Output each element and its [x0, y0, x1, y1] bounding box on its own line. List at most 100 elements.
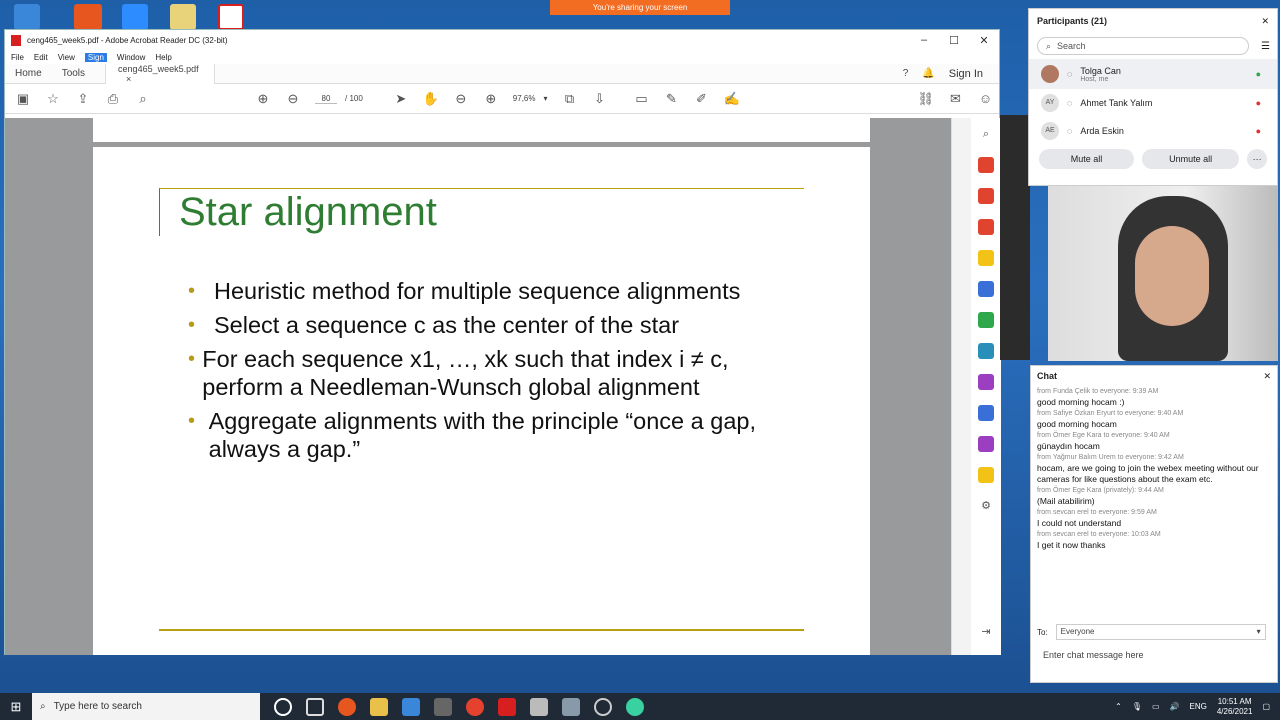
- camera-icon[interactable]: [562, 697, 580, 716]
- bullet-text: Select a sequence c as the center of the…: [214, 312, 680, 338]
- obs-icon[interactable]: [594, 697, 612, 716]
- chat-input[interactable]: Enter chat message here: [1043, 650, 1144, 660]
- protect-icon[interactable]: [978, 405, 994, 421]
- firefox-icon[interactable]: [74, 4, 102, 30]
- scroll-mode-icon[interactable]: ⇩: [592, 91, 608, 107]
- maximize-icon[interactable]: ☐: [939, 34, 969, 47]
- zoom-in-icon[interactable]: ⊕: [483, 91, 499, 107]
- folder-icon[interactable]: [170, 4, 196, 30]
- menu-view[interactable]: View: [58, 53, 75, 62]
- unmute-all-button[interactable]: Unmute all: [1142, 149, 1240, 169]
- page-up-icon[interactable]: ⊕: [255, 91, 271, 107]
- link-icon[interactable]: ⛓: [918, 91, 935, 107]
- help-icon[interactable]: ?: [903, 68, 909, 79]
- mic-muted-icon[interactable]: ●: [1256, 126, 1261, 136]
- cortana-icon[interactable]: [274, 697, 292, 716]
- star-icon[interactable]: ☆: [45, 91, 61, 107]
- webex-icon[interactable]: [626, 697, 644, 716]
- mic-muted-icon[interactable]: ●: [1256, 98, 1261, 108]
- app-icon[interactable]: [434, 697, 452, 716]
- add-user-icon[interactable]: ☺: [978, 91, 994, 107]
- search-icon[interactable]: ⌕: [135, 91, 151, 107]
- participants-search[interactable]: ⌕ Search: [1037, 37, 1249, 55]
- tools-more-icon[interactable]: [978, 467, 994, 483]
- comment-icon[interactable]: ▭: [634, 91, 650, 107]
- close-icon[interactable]: ✕: [969, 34, 999, 47]
- mic-icon[interactable]: ●: [1256, 69, 1261, 79]
- recipient-select[interactable]: Everyone ▾: [1055, 624, 1266, 640]
- menu-window[interactable]: Window: [117, 53, 145, 62]
- language-indicator[interactable]: ENG: [1190, 702, 1207, 711]
- organize-icon[interactable]: [978, 312, 994, 328]
- mic-icon[interactable]: 🎙: [1132, 702, 1142, 711]
- fill-sign-icon[interactable]: ✍: [724, 91, 740, 107]
- bell-icon[interactable]: 🔔: [922, 68, 934, 79]
- print-icon[interactable]: ⎙: [105, 91, 121, 107]
- menu-help[interactable]: Help: [155, 53, 171, 62]
- participant-row[interactable]: AY ◌ Ahmet Tank Yalım ●: [1029, 89, 1277, 117]
- collapse-pane-icon[interactable]: ⇥: [978, 624, 994, 640]
- tab-home[interactable]: Home: [5, 64, 52, 84]
- sign-in-button[interactable]: Sign In: [949, 68, 983, 80]
- hand-tool-icon[interactable]: ✋: [423, 91, 439, 107]
- chevron-up-icon[interactable]: ⌃: [1115, 702, 1122, 711]
- comment-tool-icon[interactable]: [978, 250, 994, 266]
- edit-pdf-icon[interactable]: [978, 188, 994, 204]
- message-meta: from Safiye Özkan Eryurt to everyone: 9:…: [1037, 410, 1184, 417]
- combine-icon[interactable]: [978, 281, 994, 297]
- tab-close-icon[interactable]: ×: [126, 74, 131, 84]
- tab-document[interactable]: ceng465_week5.pdf ×: [105, 63, 216, 84]
- draw-icon[interactable]: ✐: [694, 91, 710, 107]
- mail-icon[interactable]: ✉: [948, 91, 964, 107]
- zoom-out-icon[interactable]: ⊖: [453, 91, 469, 107]
- message-meta: from Ömer Ege Kara to everyone: 9:40 AM: [1037, 432, 1170, 439]
- compress-icon[interactable]: [978, 343, 994, 359]
- fill-sign-tool-icon[interactable]: [978, 374, 994, 390]
- menu-sign[interactable]: Sign: [84, 52, 107, 62]
- mute-all-button[interactable]: Mute all: [1039, 149, 1135, 169]
- volume-icon[interactable]: 🔊: [1170, 702, 1180, 711]
- highlight-pen-icon[interactable]: ✎: [664, 91, 680, 107]
- menu-file[interactable]: File: [11, 53, 24, 62]
- taskbar-search[interactable]: ⌕ Type here to search: [32, 693, 260, 720]
- fit-page-icon[interactable]: ⧉: [562, 91, 578, 107]
- more-options-button[interactable]: ···: [1247, 149, 1267, 169]
- participant-row[interactable]: AE ◌ Arda Eskin ●: [1029, 117, 1277, 145]
- acrobat-icon[interactable]: [498, 697, 516, 716]
- search-icon: ⌕: [40, 701, 46, 712]
- clock[interactable]: 10:51 AM 4/26/2021: [1217, 697, 1253, 717]
- page-number-input[interactable]: 80: [315, 94, 337, 104]
- minimize-icon[interactable]: –: [909, 34, 939, 47]
- chrome-icon[interactable]: [466, 697, 484, 716]
- pdf-file-icon[interactable]: [218, 4, 244, 30]
- scrollbar[interactable]: [951, 118, 971, 655]
- zoom-icon[interactable]: ⌕: [978, 126, 994, 142]
- app-icon[interactable]: [530, 697, 548, 716]
- select-arrow-icon[interactable]: ➤: [393, 91, 409, 107]
- export-pdf-icon[interactable]: [978, 219, 994, 235]
- windows-start-icon[interactable]: ⊞: [0, 699, 32, 715]
- desktop-icon[interactable]: [14, 4, 40, 30]
- network-icon[interactable]: ▭: [1152, 702, 1160, 711]
- notification-icon[interactable]: ▢: [1262, 702, 1270, 711]
- close-icon[interactable]: ✕: [1263, 371, 1271, 382]
- zoom-select[interactable]: 97,6% ▾: [513, 94, 548, 103]
- firefox-icon[interactable]: [338, 697, 356, 716]
- file-explorer-icon[interactable]: [370, 697, 388, 716]
- wrench-icon[interactable]: ⚙: [978, 498, 994, 514]
- create-pdf-icon[interactable]: [978, 157, 994, 173]
- participant-row[interactable]: ◌ Tolga Can Host, me ●: [1029, 59, 1277, 89]
- store-icon[interactable]: [402, 697, 420, 716]
- save-icon[interactable]: ▣: [15, 91, 31, 107]
- close-icon[interactable]: ✕: [1261, 16, 1269, 27]
- upload-icon[interactable]: ⇪: [75, 91, 91, 107]
- page-down-icon[interactable]: ⊖: [285, 91, 301, 107]
- to-label: To:: [1037, 627, 1048, 637]
- zoom-icon[interactable]: [122, 4, 148, 30]
- sort-icon[interactable]: ☰: [1261, 41, 1270, 52]
- document-viewer[interactable]: Star alignment • Heuristic method for mu…: [5, 118, 951, 655]
- task-view-icon[interactable]: [306, 697, 324, 716]
- menu-edit[interactable]: Edit: [34, 53, 48, 62]
- send-sign-icon[interactable]: [978, 436, 994, 452]
- tab-tools[interactable]: Tools: [52, 64, 95, 84]
